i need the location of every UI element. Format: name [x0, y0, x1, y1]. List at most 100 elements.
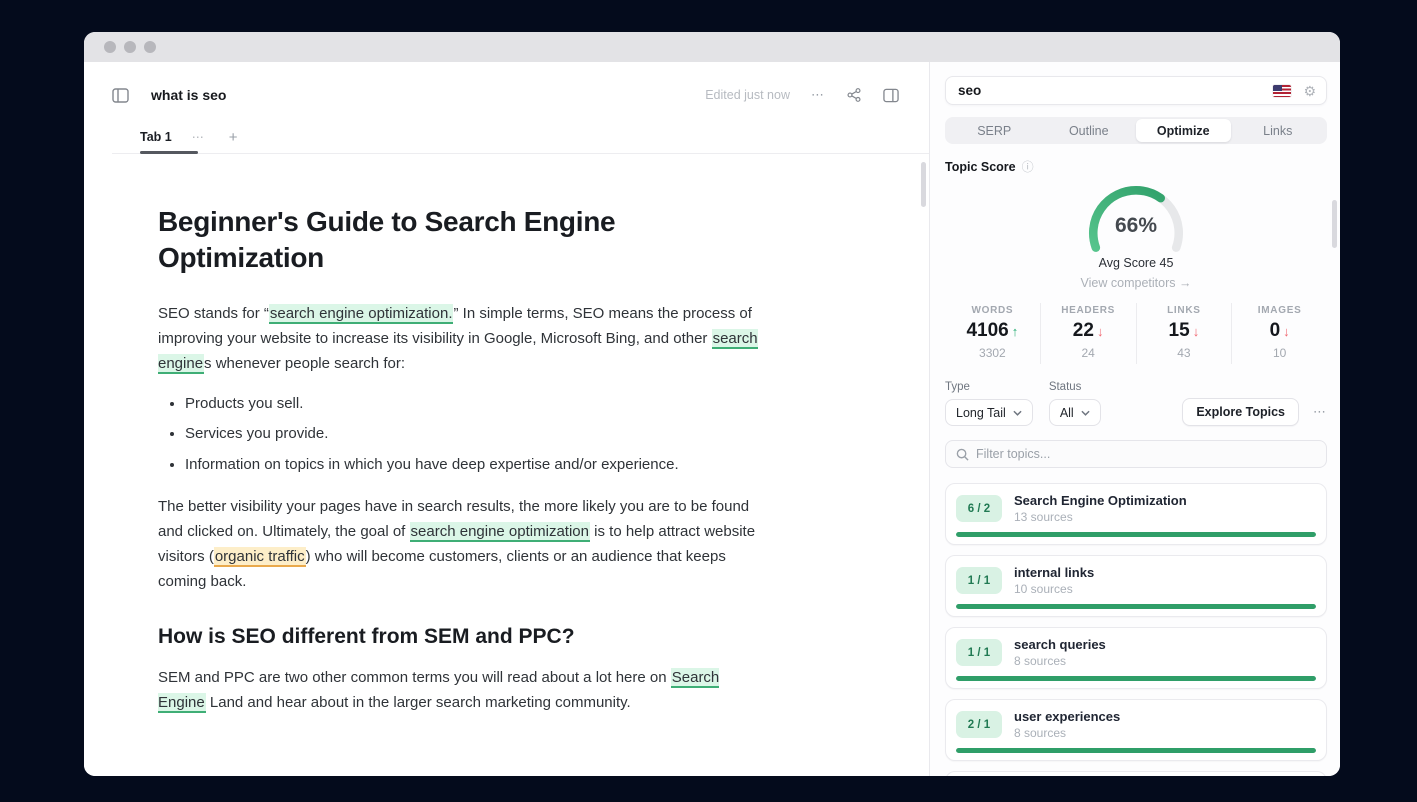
- tab-more-button[interactable]: ⋯: [192, 130, 205, 144]
- panel-tab[interactable]: SERP: [947, 119, 1042, 142]
- editor-pane: what is seo Edited just now ⋯: [84, 62, 930, 776]
- status-filter-dropdown[interactable]: All: [1049, 399, 1101, 426]
- topic-usage-badge: 6 / 2: [956, 495, 1002, 522]
- topic-score-gauge: 66% Avg Score 45 View competitors →: [945, 176, 1327, 290]
- us-flag-icon[interactable]: [1273, 85, 1291, 97]
- topic-list: 6 / 2 Search Engine Optimization 13 sour…: [945, 483, 1327, 776]
- topic-progress-bar: [956, 604, 1316, 609]
- stat-trend-arrow: ↓: [1193, 324, 1200, 339]
- doc-heading-1: Beginner's Guide to Search Engine Optimi…: [158, 204, 658, 275]
- tab-bar: Tab 1 ⋯ +: [140, 120, 899, 154]
- type-filter-value: Long Tail: [956, 406, 1006, 420]
- topic-filters: Type Long Tail Status All Explore Topics: [945, 381, 1327, 426]
- panel-tab-label: Outline: [1069, 124, 1109, 138]
- keyword-query-box[interactable]: seo ⚙: [945, 76, 1327, 105]
- document-canvas[interactable]: Beginner's Guide to Search Engine Optimi…: [84, 154, 929, 720]
- panel-tab-label: SERP: [977, 124, 1011, 138]
- stat-label: IMAGES: [1232, 305, 1327, 316]
- stat-value: 22↓: [1041, 320, 1136, 342]
- topic-card[interactable]: 1 / 1 search queries 8 sources: [945, 627, 1327, 689]
- doc-heading-2: How is SEO different from SEM and PPC?: [158, 625, 774, 649]
- filter-topics-input[interactable]: Filter topics...: [945, 440, 1327, 468]
- topic-progress-bar: [956, 748, 1316, 753]
- optimize-panel: seo ⚙ SERP Outline Optimize: [930, 62, 1340, 776]
- topic-card[interactable]: 2 / 1 user experiences 8 sources: [945, 699, 1327, 761]
- topic-usage-badge: 1 / 1: [956, 639, 1002, 666]
- tab-1-label: Tab 1: [140, 130, 172, 144]
- explore-topics-button[interactable]: Explore Topics: [1182, 398, 1299, 426]
- doc-paragraph: SEO stands for “search engine optimizati…: [158, 301, 770, 377]
- traffic-light-close[interactable]: [104, 41, 116, 53]
- type-filter-label: Type: [945, 381, 1033, 393]
- stat-column: HEADERS 22↓ 24: [1040, 303, 1136, 364]
- chevron-down-icon: [1013, 410, 1022, 416]
- highlight-green: search engine optimization: [410, 522, 590, 542]
- editor-scrollbar[interactable]: [921, 162, 926, 207]
- add-tab-button[interactable]: +: [229, 129, 238, 146]
- highlight-green: search engine optimization.: [269, 304, 454, 324]
- topic-title: Search Engine Optimization: [1014, 493, 1187, 508]
- stat-trend-arrow: ↑: [1012, 324, 1019, 339]
- window-titlebar[interactable]: [84, 32, 1340, 62]
- view-competitors-link[interactable]: View competitors →: [1081, 276, 1192, 290]
- panel-tab[interactable]: Outline: [1042, 119, 1137, 142]
- share-icon[interactable]: [846, 87, 862, 103]
- topic-card[interactable]: 2 / 3 organic traffic: [945, 771, 1327, 776]
- panel-tabs: SERP Outline Optimize Links: [945, 117, 1327, 144]
- document-more-button[interactable]: ⋯: [811, 87, 825, 103]
- traffic-light-minimize[interactable]: [124, 41, 136, 53]
- app-window: what is seo Edited just now ⋯: [84, 32, 1340, 776]
- panel-tab-label: Links: [1263, 124, 1292, 138]
- doc-bullet-item: Information on topics in which you have …: [185, 454, 758, 476]
- topic-usage-badge: 2 / 1: [956, 711, 1002, 738]
- topics-more-button[interactable]: ⋯: [1313, 404, 1327, 420]
- stat-trend-arrow: ↓: [1097, 324, 1104, 339]
- doc-paragraph: SEM and PPC are two other common terms y…: [158, 665, 770, 715]
- panel-scrollbar[interactable]: [1332, 200, 1337, 248]
- highlight-yellow: organic traffic: [214, 547, 306, 567]
- topic-title: internal links: [1014, 565, 1094, 580]
- avg-score-text: Avg Score 45: [1099, 256, 1174, 270]
- topic-card[interactable]: 1 / 1 internal links 10 sources: [945, 555, 1327, 617]
- chevron-down-icon: [1081, 410, 1090, 416]
- tab-1[interactable]: Tab 1: [140, 120, 186, 154]
- stat-target-value: 24: [1041, 346, 1136, 360]
- stat-column: LINKS 15↓ 43: [1136, 303, 1232, 364]
- gear-icon[interactable]: ⚙: [1303, 84, 1316, 98]
- edited-status: Edited just now: [705, 88, 790, 102]
- info-icon[interactable]: ⓘ: [1022, 161, 1034, 173]
- doc-paragraph: The better visibility your pages have in…: [158, 494, 770, 595]
- stat-label: HEADERS: [1041, 305, 1136, 316]
- keyword-query-value: seo: [958, 83, 1273, 98]
- topic-card[interactable]: 6 / 2 Search Engine Optimization 13 sour…: [945, 483, 1327, 545]
- sidebar-toggle-icon[interactable]: [112, 88, 129, 103]
- traffic-light-zoom[interactable]: [144, 41, 156, 53]
- topic-score-label: Topic Score: [945, 160, 1016, 174]
- stat-value: 4106↑: [945, 320, 1040, 342]
- status-filter-label: Status: [1049, 381, 1101, 393]
- filter-topics-placeholder: Filter topics...: [976, 447, 1050, 461]
- stat-label: LINKS: [1137, 305, 1232, 316]
- panel-tab[interactable]: Links: [1231, 119, 1326, 142]
- search-icon: [956, 448, 969, 461]
- topic-score-value: 66%: [1074, 214, 1198, 238]
- stat-column: WORDS 4106↑ 3302: [945, 303, 1040, 364]
- stat-value: 15↓: [1137, 320, 1232, 342]
- stat-label: WORDS: [945, 305, 1040, 316]
- stat-target-value: 10: [1232, 346, 1327, 360]
- status-filter-value: All: [1060, 406, 1074, 420]
- topic-progress-track: [956, 532, 1316, 537]
- content-stats: WORDS 4106↑ 3302 HEADERS 22↓ 24 LINKS 15…: [945, 303, 1327, 364]
- stat-target-value: 43: [1137, 346, 1232, 360]
- panel-toggle-icon[interactable]: [883, 88, 899, 103]
- panel-tab[interactable]: Optimize: [1136, 119, 1231, 142]
- topic-progress-bar: [956, 676, 1316, 681]
- document-header: what is seo Edited just now ⋯: [84, 62, 929, 154]
- stat-trend-arrow: ↓: [1283, 324, 1290, 339]
- topic-sources: 13 sources: [1014, 510, 1187, 524]
- topic-progress-track: [956, 604, 1316, 609]
- stat-value: 0↓: [1232, 320, 1327, 342]
- topic-progress-track: [956, 676, 1316, 681]
- doc-bullet-item: Products you sell.: [185, 393, 758, 415]
- type-filter-dropdown[interactable]: Long Tail: [945, 399, 1033, 426]
